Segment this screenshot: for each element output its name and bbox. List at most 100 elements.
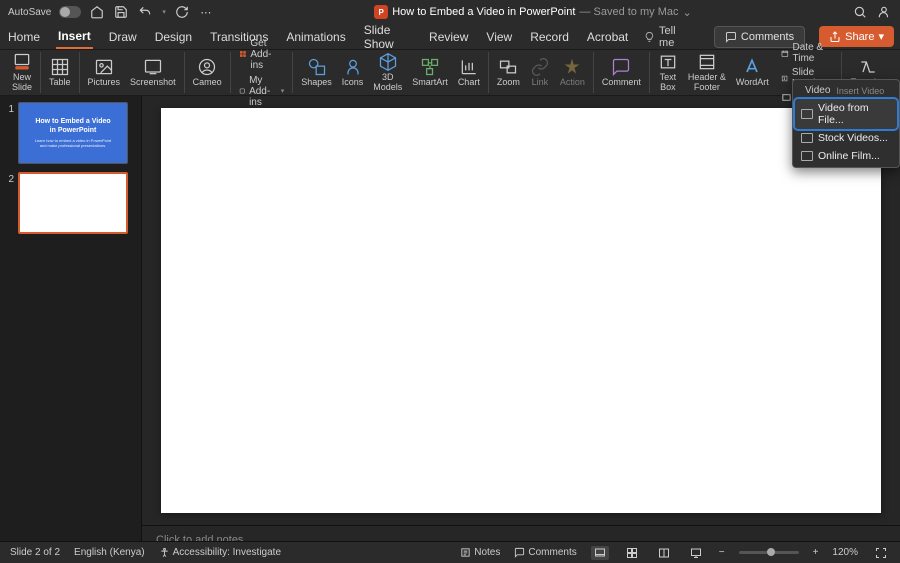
get-addins-button[interactable]: Get Add-ins bbox=[235, 37, 289, 72]
save-status: — Saved to my Mac bbox=[579, 6, 678, 18]
video-dropdown-menu: Video Insert Video Video from File... St… bbox=[792, 79, 900, 168]
reading-view-button[interactable] bbox=[655, 546, 673, 560]
new-slide-button[interactable]: New Slide bbox=[8, 52, 36, 93]
autosave-toggle[interactable] bbox=[59, 6, 81, 18]
save-icon[interactable] bbox=[113, 4, 129, 20]
tab-review[interactable]: Review bbox=[427, 26, 470, 48]
main-area: 1 How to Embed a Video in PowerPoint Lea… bbox=[0, 96, 900, 541]
tab-home[interactable]: Home bbox=[6, 26, 42, 48]
language-button[interactable]: English (Kenya) bbox=[74, 547, 145, 558]
datetime-icon bbox=[781, 48, 789, 59]
slide-thumbnail-2[interactable] bbox=[18, 172, 128, 234]
slideshow-view-button[interactable] bbox=[687, 546, 705, 560]
symbol-icon bbox=[896, 57, 900, 77]
datetime-button[interactable]: Date & Time bbox=[777, 41, 836, 65]
table-button[interactable]: Table bbox=[45, 52, 75, 93]
title-chevron-icon[interactable]: ⌄ bbox=[682, 6, 691, 19]
chart-icon bbox=[459, 57, 479, 77]
user-icon[interactable] bbox=[876, 4, 892, 20]
redo-icon[interactable] bbox=[174, 4, 190, 20]
cameo-icon bbox=[197, 57, 217, 77]
search-icon[interactable] bbox=[852, 4, 868, 20]
icons-button[interactable]: Icons bbox=[338, 52, 368, 93]
new-slide-icon bbox=[12, 52, 32, 72]
fit-button[interactable] bbox=[872, 546, 890, 560]
powerpoint-icon: P bbox=[374, 5, 388, 19]
addins-icon bbox=[239, 48, 247, 60]
tab-draw[interactable]: Draw bbox=[107, 26, 139, 48]
comment-button[interactable]: Comment bbox=[598, 52, 645, 93]
thumb-number-1: 1 bbox=[4, 102, 14, 164]
equation-icon bbox=[858, 57, 878, 77]
video-menu-header: Video Insert Video bbox=[795, 82, 897, 99]
smartart-icon bbox=[420, 57, 440, 77]
autosave-label: AutoSave bbox=[8, 7, 51, 18]
action-icon bbox=[562, 57, 582, 77]
video-from-file-item[interactable]: Video from File... bbox=[795, 99, 897, 129]
statusbar: Slide 2 of 2 English (Kenya) Accessibili… bbox=[0, 541, 900, 563]
screenshot-button[interactable]: Screenshot bbox=[126, 52, 180, 93]
smartart-button[interactable]: SmartArt bbox=[408, 52, 452, 93]
ribbon-tabs: Home Insert Draw Design Transitions Anim… bbox=[0, 24, 900, 50]
tab-insert[interactable]: Insert bbox=[56, 25, 93, 49]
link-button[interactable]: Link bbox=[526, 52, 554, 93]
online-film-item[interactable]: Online Film... bbox=[795, 147, 897, 165]
tab-design[interactable]: Design bbox=[153, 26, 194, 48]
slide-thumbnails-panel: 1 How to Embed a Video in PowerPoint Lea… bbox=[0, 96, 142, 541]
zoom-slider[interactable] bbox=[739, 551, 799, 554]
titlebar: AutoSave ▾ ⋯ P How to Embed a Video in P… bbox=[0, 0, 900, 24]
tab-record[interactable]: Record bbox=[528, 26, 571, 48]
shapes-button[interactable]: Shapes bbox=[297, 52, 336, 93]
wordart-button[interactable]: WordArt bbox=[732, 52, 773, 93]
cameo-button[interactable]: Cameo bbox=[189, 52, 226, 93]
object-icon bbox=[781, 92, 792, 103]
share-label: Share bbox=[845, 31, 874, 43]
zoom-icon bbox=[498, 57, 518, 77]
zoom-button[interactable]: Zoom bbox=[493, 52, 524, 93]
slide-counter[interactable]: Slide 2 of 2 bbox=[10, 547, 60, 558]
comments-toggle[interactable]: Comments bbox=[514, 547, 576, 558]
notes-pane[interactable]: Click to add notes bbox=[142, 525, 900, 541]
notes-toggle[interactable]: Notes bbox=[460, 547, 500, 558]
pictures-button[interactable]: Pictures bbox=[84, 52, 125, 93]
tab-view[interactable]: View bbox=[484, 26, 514, 48]
accessibility-button[interactable]: Accessibility: Investigate bbox=[159, 547, 281, 558]
tab-acrobat[interactable]: Acrobat bbox=[585, 26, 630, 48]
textbox-button[interactable]: Text Box bbox=[654, 52, 682, 93]
slide-viewport[interactable] bbox=[142, 96, 900, 525]
canvas-area: Click to add notes bbox=[142, 96, 900, 541]
3d-models-button[interactable]: 3D Models bbox=[369, 52, 406, 93]
chart-button[interactable]: Chart bbox=[454, 52, 484, 93]
tab-animations[interactable]: Animations bbox=[284, 26, 347, 48]
more-icon[interactable]: ⋯ bbox=[198, 4, 214, 20]
normal-view-button[interactable] bbox=[591, 546, 609, 560]
undo-icon[interactable] bbox=[137, 4, 153, 20]
tell-me[interactable]: Tell me bbox=[644, 25, 686, 49]
zoom-out-button[interactable]: − bbox=[719, 547, 725, 558]
action-button[interactable]: Action bbox=[556, 52, 589, 93]
home-icon[interactable] bbox=[89, 4, 105, 20]
slide-canvas[interactable] bbox=[161, 108, 881, 513]
my-addins-button[interactable]: My Add-ins▾ bbox=[235, 74, 289, 109]
table-icon bbox=[50, 57, 70, 77]
zoom-level[interactable]: 120% bbox=[832, 547, 858, 558]
undo-dropdown-icon[interactable]: ▾ bbox=[162, 8, 166, 16]
link-icon bbox=[530, 57, 550, 77]
textbox-icon bbox=[658, 52, 678, 72]
comment-icon bbox=[611, 57, 631, 77]
slide-thumbnail-1[interactable]: How to Embed a Video in PowerPoint Learn… bbox=[18, 102, 128, 164]
sorter-view-button[interactable] bbox=[623, 546, 641, 560]
comments-icon bbox=[725, 31, 737, 43]
header-footer-icon bbox=[697, 52, 717, 72]
icons-icon bbox=[343, 57, 363, 77]
myaddins-icon bbox=[239, 85, 245, 97]
stock-videos-item[interactable]: Stock Videos... bbox=[795, 129, 897, 147]
header-footer-button[interactable]: Header & Footer bbox=[684, 52, 730, 93]
comments-icon bbox=[514, 547, 525, 558]
zoom-in-button[interactable]: + bbox=[813, 547, 819, 558]
slidenumber-icon bbox=[781, 73, 788, 84]
thumb-number-2: 2 bbox=[4, 172, 14, 234]
3d-icon bbox=[378, 52, 398, 72]
pictures-icon bbox=[94, 57, 114, 77]
wordart-icon bbox=[742, 57, 762, 77]
